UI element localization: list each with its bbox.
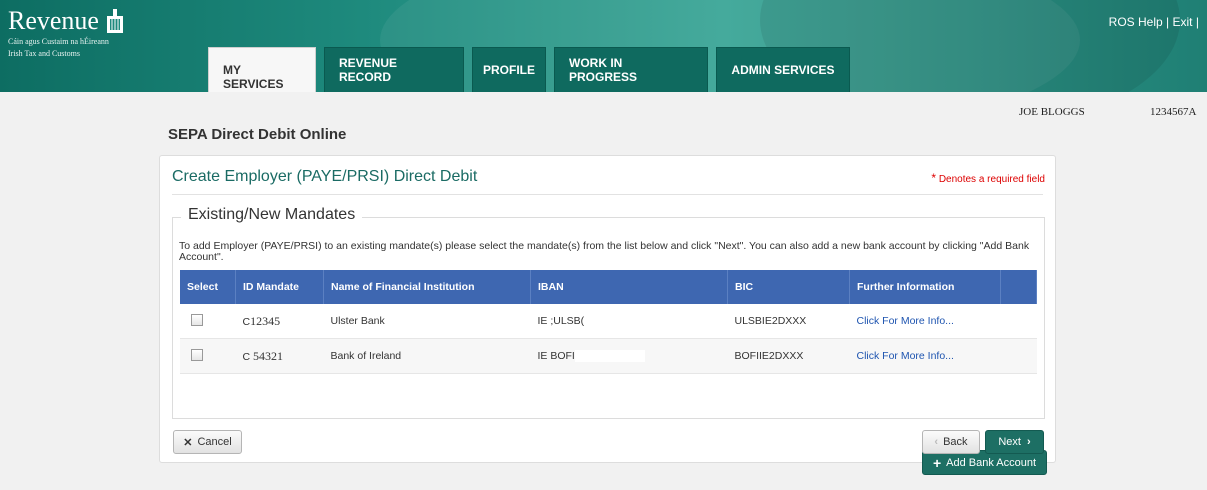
select-checkbox[interactable] — [191, 348, 203, 361]
mandate-id-prefix: C — [242, 350, 251, 363]
mandates-table: Select ID Mandate Name of Financial Inst… — [180, 270, 1037, 374]
brand-name: Revenue — [8, 6, 99, 35]
main-tabs: MY SERVICES REVENUE RECORD PROFILE WORK … — [208, 47, 858, 92]
close-icon: ✕ — [183, 436, 193, 449]
direct-debit-form: Create Employer (PAYE/PRSI) Direct Debit… — [159, 155, 1056, 475]
required-note-text: Denotes a required field — [938, 174, 1045, 185]
tab-work-in-progress[interactable]: WORK IN PROGRESS — [554, 47, 708, 92]
back-label: Back — [943, 436, 968, 448]
brand-sub-irish: Cáin agus Custaim na hÉireann — [8, 37, 109, 46]
mandate-id: C12345 — [235, 304, 324, 339]
required-field-note: * Denotes a required field — [931, 171, 1045, 185]
more-info-link[interactable]: Click For More Info... — [857, 315, 954, 327]
back-button[interactable]: ‹ Back — [922, 430, 980, 454]
next-label: Next — [998, 436, 1021, 448]
tab-revenue-record[interactable]: REVENUE RECORD — [324, 47, 464, 92]
iban-value: IE BOFI — [530, 338, 728, 374]
iban-text: IE BOFI — [537, 349, 575, 362]
link-separator: | — [1195, 15, 1199, 29]
col-bic: BIC — [727, 270, 850, 304]
col-select: Select — [180, 270, 236, 304]
tab-admin-services[interactable]: ADMIN SERVICES — [716, 47, 850, 92]
chevron-left-icon: ‹ — [934, 436, 939, 448]
iban-redaction — [574, 350, 645, 363]
mandate-id: C 54321 — [235, 338, 324, 374]
page-title: SEPA Direct Debit Online — [168, 126, 347, 143]
iban-value: IE ;ULSB( — [530, 304, 728, 339]
section-title: Existing/New Mandates — [181, 206, 363, 224]
user-name: JOE BLOGGS — [1019, 106, 1085, 118]
col-further-info: Further Information — [849, 270, 1001, 304]
required-star: * — [931, 171, 937, 185]
link-separator: | — [1166, 15, 1170, 29]
select-checkbox[interactable] — [191, 313, 203, 326]
brand-sub-english: Irish Tax and Customs — [8, 49, 80, 58]
revenue-logo[interactable]: Revenue Cáin agus Custaim na hÉireann Ir… — [8, 8, 125, 58]
cancel-label: Cancel — [197, 436, 232, 448]
table-header-row: Select ID Mandate Name of Financial Inst… — [180, 270, 1037, 304]
bic-value: ULSBIE2DXXX — [727, 304, 850, 339]
table-row: C12345 Ulster Bank IE ;ULSB( ULSBIE2DXXX… — [180, 304, 1037, 339]
mandate-id-number: 12345 — [250, 313, 281, 328]
col-institution: Name of Financial Institution — [323, 270, 531, 304]
institution-name: Ulster Bank — [323, 304, 531, 339]
col-empty — [1000, 270, 1037, 304]
mandate-id-number: 54321 — [253, 348, 284, 363]
tab-my-services[interactable]: MY SERVICES — [208, 47, 316, 92]
mandate-id-prefix: C — [242, 315, 251, 328]
col-iban: IBAN — [530, 270, 728, 304]
table-row: C 54321 Bank of Ireland IE BOFI BOFIIE2D… — [180, 338, 1037, 374]
ros-help-link[interactable]: ROS Help — [1109, 15, 1163, 29]
chevron-right-icon: › — [1026, 436, 1031, 448]
tab-profile[interactable]: PROFILE — [472, 47, 546, 92]
user-id: 1234567A — [1150, 106, 1197, 118]
add-bank-account-label: Add Bank Account — [946, 456, 1037, 469]
col-id-mandate: ID Mandate — [235, 270, 324, 304]
form-title: Create Employer (PAYE/PRSI) Direct Debit — [172, 168, 478, 185]
harp-emblem-icon — [106, 9, 123, 33]
more-info-link[interactable]: Click For More Info... — [857, 350, 954, 362]
mandates-section: Existing/New Mandates To add Employer (P… — [172, 206, 1047, 475]
divider — [172, 194, 1043, 195]
top-links: ROS Help | Exit | — [1109, 15, 1199, 29]
bic-value: BOFIIE2DXXX — [727, 338, 850, 374]
next-button[interactable]: Next › — [985, 430, 1044, 454]
instructions-text: To add Employer (PAYE/PRSI) to an existi… — [179, 240, 1030, 263]
exit-link[interactable]: Exit — [1173, 15, 1193, 29]
institution-name: Bank of Ireland — [323, 338, 531, 374]
cancel-button[interactable]: ✕ Cancel — [173, 430, 242, 454]
plus-icon: + — [932, 454, 942, 471]
site-header: Revenue Cáin agus Custaim na hÉireann Ir… — [0, 0, 1207, 92]
